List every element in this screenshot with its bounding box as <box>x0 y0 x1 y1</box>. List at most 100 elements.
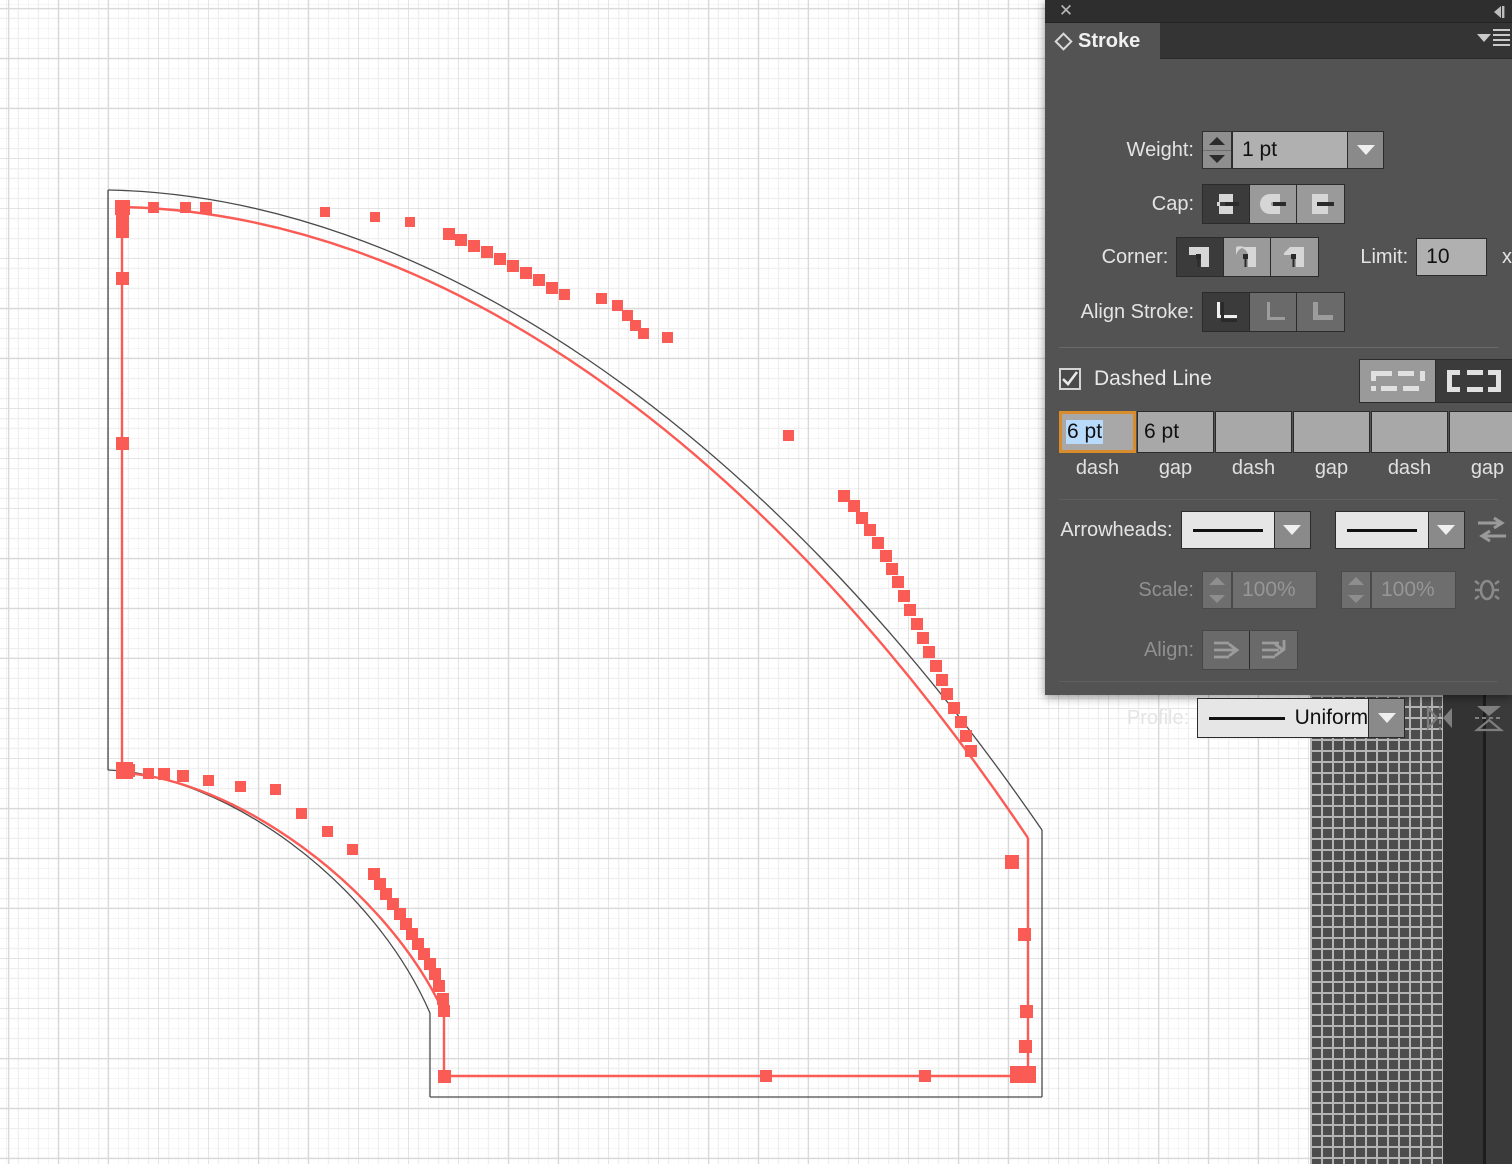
dash-field-1[interactable]: 6 pt <box>1059 411 1136 453</box>
profile-dropdown-button[interactable] <box>1369 698 1406 738</box>
limit-label: Limit: <box>1360 245 1409 268</box>
panel-body: Weight: 1 pt Cap: Corner: Limit: 10 x Al… <box>1045 59 1512 738</box>
dash-field-5[interactable] <box>1371 411 1448 453</box>
thumbnail-grid-panel <box>1310 695 1443 1164</box>
adjust-dashes-to-corners-icon[interactable] <box>1436 360 1512 402</box>
right-strip-primary <box>1443 695 1483 1164</box>
preserve-exact-dash-icon[interactable] <box>1360 360 1436 402</box>
weight-dropdown-button[interactable] <box>1348 131 1384 169</box>
dash-fields-row: 6 pt 6 pt <box>1059 411 1512 453</box>
dash-field-2-value: 6 pt <box>1144 420 1180 443</box>
dash-preset-group <box>1359 359 1512 403</box>
chevron-down-icon <box>1437 525 1456 535</box>
align-inside-icon[interactable] <box>1250 293 1297 331</box>
close-icon[interactable]: ✕ <box>1057 2 1075 20</box>
scale-row: Scale: 100% 100% <box>1045 571 1512 609</box>
uniform-profile-icon <box>1209 716 1285 720</box>
scale-end-input[interactable]: 100% <box>1371 571 1456 609</box>
extend-arrow-beyond-end-icon[interactable] <box>1203 631 1250 669</box>
arrowhead-end-preview <box>1334 511 1429 549</box>
divider-arrowheads <box>1059 499 1498 500</box>
cap-row: Cap: <box>1045 184 1512 224</box>
diamond-icon <box>1054 31 1073 51</box>
right-strip-secondary <box>1486 695 1512 1164</box>
arrowheads-label: Arrowheads: <box>1060 518 1173 541</box>
round-join-icon[interactable] <box>1224 238 1272 276</box>
round-cap-icon[interactable] <box>1250 185 1297 223</box>
flip-along-icon[interactable] <box>1466 703 1512 733</box>
align-center-icon[interactable] <box>1203 293 1250 331</box>
panel-tabbar: Stroke <box>1045 23 1512 59</box>
scale-end-stepper[interactable] <box>1341 571 1371 609</box>
arrowhead-start-dropdown[interactable] <box>1274 511 1311 549</box>
weight-label: Weight: <box>1126 138 1194 161</box>
limit-unit-label: x <box>1502 245 1512 268</box>
dash-field-6-label: gap <box>1470 457 1505 479</box>
dashed-line-checkbox[interactable] <box>1059 368 1081 390</box>
weight-input[interactable]: 1 pt <box>1232 131 1348 169</box>
dashed-line-label: Dashed Line <box>1094 367 1212 390</box>
tab-stroke[interactable]: Stroke <box>1045 23 1161 59</box>
cap-button-group <box>1202 184 1345 224</box>
dash-field-6[interactable] <box>1449 411 1512 453</box>
dash-labels-row: dash gap dash gap dash gap <box>1059 457 1512 480</box>
miter-join-icon[interactable] <box>1177 238 1225 276</box>
scale-start-stepper[interactable] <box>1202 571 1232 609</box>
corner-row: Corner: Limit: 10 x <box>1045 237 1512 277</box>
panel-titlebar: ✕ <box>1045 0 1512 23</box>
dash-field-1-value: 6 pt <box>1066 420 1104 444</box>
chevron-down-icon <box>1477 33 1491 42</box>
place-arrow-at-end-icon[interactable] <box>1250 631 1297 669</box>
align-outside-icon[interactable] <box>1297 293 1344 331</box>
dash-field-2-label: gap <box>1158 457 1193 479</box>
butt-cap-icon[interactable] <box>1203 185 1250 223</box>
corner-label: Corner: <box>1101 245 1169 268</box>
align-stroke-button-group <box>1202 292 1345 332</box>
profile-preview[interactable]: Uniform <box>1197 698 1370 738</box>
dash-field-3-label: dash <box>1231 457 1276 479</box>
hamburger-icon <box>1493 29 1510 46</box>
collapse-arrow-icon[interactable] <box>1488 3 1508 20</box>
weight-stepper[interactable] <box>1202 131 1232 169</box>
link-scales-icon[interactable] <box>1464 575 1510 605</box>
dash-field-2[interactable]: 6 pt <box>1137 411 1214 453</box>
profile-value: Uniform <box>1294 706 1369 729</box>
arrowhead-start-select[interactable] <box>1180 511 1311 549</box>
dashed-line-row: Dashed Line <box>1059 367 1212 391</box>
dash-field-1-label: dash <box>1075 457 1120 479</box>
swap-arrowheads-icon[interactable] <box>1473 515 1512 545</box>
panel-title: Stroke <box>1078 29 1141 52</box>
profile-row: Profile: Uniform <box>1045 698 1512 738</box>
scale-label: Scale: <box>1138 578 1194 601</box>
cap-label: Cap: <box>1151 192 1194 215</box>
limit-input[interactable]: 10 <box>1416 238 1488 276</box>
dash-field-3[interactable] <box>1215 411 1292 453</box>
panel-menu-icon[interactable] <box>1477 29 1510 46</box>
bevel-join-icon[interactable] <box>1271 238 1319 276</box>
scale-start-input[interactable]: 100% <box>1232 571 1317 609</box>
arrowheads-row: Arrowheads: <box>1045 511 1512 549</box>
corner-button-group <box>1176 237 1320 277</box>
arrowhead-end-dropdown[interactable] <box>1428 511 1465 549</box>
align-stroke-row: Align Stroke: <box>1045 292 1512 332</box>
arrowhead-end-select[interactable] <box>1334 511 1465 549</box>
divider-profile <box>1059 681 1498 682</box>
dash-field-5-label: dash <box>1387 457 1432 479</box>
chevron-down-icon <box>1377 713 1396 723</box>
dash-preset-buttons <box>1359 359 1512 403</box>
arrow-align-button-group <box>1202 630 1298 670</box>
arrowhead-start-preview <box>1180 511 1275 549</box>
arrow-align-label: Align: <box>1143 638 1194 661</box>
weight-row: Weight: 1 pt <box>1045 131 1512 169</box>
stroke-panel: ✕ Stroke Weight: 1 pt Cap: Corner: Limit… <box>1045 0 1512 738</box>
chevron-down-icon <box>1356 145 1375 155</box>
chevron-down-icon <box>1283 525 1302 535</box>
dash-field-4[interactable] <box>1293 411 1370 453</box>
align-stroke-label: Align Stroke: <box>1080 300 1194 323</box>
profile-select[interactable]: Uniform <box>1197 698 1406 738</box>
profile-label: Profile: <box>1126 706 1190 729</box>
arrow-align-row: Align: <box>1045 630 1512 670</box>
dash-field-4-label: gap <box>1314 457 1349 479</box>
flip-across-icon[interactable] <box>1417 703 1463 733</box>
projecting-cap-icon[interactable] <box>1297 185 1344 223</box>
